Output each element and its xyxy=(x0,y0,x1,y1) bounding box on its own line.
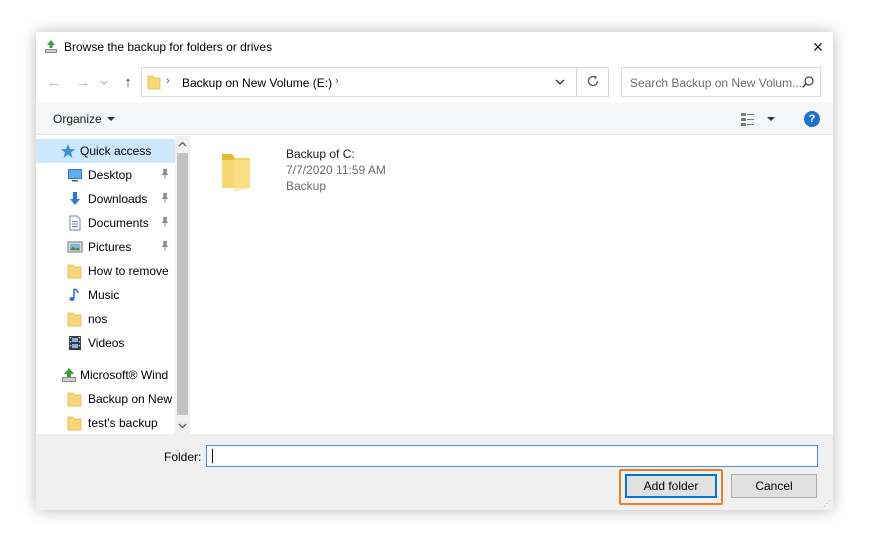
folder-icon xyxy=(67,391,83,407)
navigation-scrollbar[interactable] xyxy=(175,136,190,434)
breadcrumb-separator: › xyxy=(166,75,170,87)
folder-icon xyxy=(220,148,256,197)
folder-field-label: Folder: xyxy=(164,450,202,464)
file-date: 7/7/2020 11:59 AM xyxy=(286,163,386,177)
breadcrumb-separator[interactable]: › xyxy=(335,75,339,87)
dialog-footer: Folder: Add folder Cancel ⋰ xyxy=(36,434,833,510)
forward-arrow-icon: → xyxy=(75,73,91,91)
sidebar-item-label: test's backup xyxy=(88,416,158,430)
organize-menu-button[interactable]: Organize xyxy=(53,112,115,126)
download-arrow-icon xyxy=(67,191,83,207)
close-icon: ✕ xyxy=(812,38,824,55)
sidebar-item-label: Quick access xyxy=(80,144,152,158)
folder-field[interactable] xyxy=(206,445,818,467)
sidebar-item[interactable]: Quick access xyxy=(36,139,175,163)
pin-icon xyxy=(160,168,170,183)
desktop-icon xyxy=(67,167,83,183)
sidebar-item[interactable]: Music xyxy=(36,283,175,307)
help-button[interactable]: ? xyxy=(804,111,820,127)
file-type: Backup xyxy=(286,179,327,193)
scroll-up-button[interactable] xyxy=(175,136,190,152)
recent-locations-button[interactable] xyxy=(97,72,111,92)
pin-icon xyxy=(160,216,170,231)
refresh-button[interactable] xyxy=(576,68,609,96)
add-folder-button[interactable]: Add folder xyxy=(625,474,717,498)
up-button[interactable]: ↑ xyxy=(118,72,138,92)
back-arrow-icon: ← xyxy=(46,73,62,91)
close-button[interactable]: ✕ xyxy=(803,32,833,62)
music-note-icon xyxy=(67,287,83,303)
organize-label: Organize xyxy=(53,112,102,126)
sidebar-item[interactable]: Downloads xyxy=(36,187,175,211)
sidebar-item-label: Music xyxy=(88,288,120,302)
breadcrumb-location[interactable]: Backup on New Volume (E:) xyxy=(182,76,332,90)
chevron-down-icon xyxy=(100,75,108,89)
backup-app-icon xyxy=(60,367,76,383)
sidebar-item-label: Videos xyxy=(88,336,125,350)
document-icon xyxy=(67,215,83,231)
pin-icon xyxy=(160,192,170,207)
refresh-icon xyxy=(586,74,600,91)
sidebar-item[interactable]: Pictures xyxy=(36,235,175,259)
search-input[interactable]: Search Backup on New Volum... xyxy=(621,67,821,97)
pictures-icon xyxy=(67,239,83,255)
search-icon xyxy=(801,75,815,92)
window-title: Browse the backup for folders or drives xyxy=(64,40,273,54)
address-history-button[interactable] xyxy=(554,76,566,91)
star-icon xyxy=(60,143,76,159)
sidebar-item[interactable]: test's backup xyxy=(36,411,175,434)
sidebar-item[interactable]: Backup on New xyxy=(36,387,175,411)
forward-button[interactable]: → xyxy=(73,72,93,92)
resize-grip-icon[interactable]: ⋰ xyxy=(823,499,831,508)
cancel-button[interactable]: Cancel xyxy=(731,474,817,498)
text-cursor xyxy=(212,449,213,463)
title-bar: Browse the backup for folders or drives … xyxy=(36,32,833,62)
scroll-thumb[interactable] xyxy=(177,153,188,415)
caret-down-icon xyxy=(106,117,115,121)
chevron-down-icon xyxy=(554,77,566,91)
sidebar-item[interactable]: nos xyxy=(36,307,175,331)
sidebar-item-label: nos xyxy=(88,312,108,326)
change-view-button[interactable] xyxy=(740,111,756,130)
backup-app-icon xyxy=(42,38,60,56)
sidebar-item[interactable]: Documents xyxy=(36,211,175,235)
sidebar-item[interactable]: Microsoft® Wind xyxy=(36,363,175,387)
sidebar-item-label: How to remove xyxy=(88,264,169,278)
sidebar-item-label: Backup on New xyxy=(88,392,173,406)
navigation-pane: Quick access Desktop Downloads Documents Pic… xyxy=(36,136,190,434)
command-toolbar: Organize ? xyxy=(36,103,833,135)
file-item[interactable]: Backup of C: 7/7/2020 11:59 AM Backup xyxy=(210,144,410,194)
pin-icon xyxy=(160,240,170,255)
address-bar[interactable]: › Backup on New Volume (E:) › xyxy=(141,67,609,97)
sidebar-item[interactable]: How to remove xyxy=(36,259,175,283)
scroll-down-button[interactable] xyxy=(175,418,190,434)
file-name: Backup of C: xyxy=(286,147,355,161)
back-button[interactable]: ← xyxy=(44,72,64,92)
details-view-icon xyxy=(740,113,756,130)
folder-icon xyxy=(67,263,83,279)
folder-icon xyxy=(67,311,83,327)
view-options-caret-icon[interactable] xyxy=(767,117,775,121)
sidebar-item[interactable]: Desktop xyxy=(36,163,175,187)
film-icon xyxy=(67,335,83,351)
search-placeholder: Search Backup on New Volum... xyxy=(630,76,803,90)
folder-icon xyxy=(67,415,83,431)
up-arrow-icon: ↑ xyxy=(124,73,132,91)
sidebar-item-label: Microsoft® Wind xyxy=(80,368,169,382)
browse-dialog: Browse the backup for folders or drives … xyxy=(36,32,833,510)
folder-icon xyxy=(147,74,161,93)
file-list: Backup of C: 7/7/2020 11:59 AM Backup xyxy=(190,136,833,434)
sidebar-item[interactable]: Videos xyxy=(36,331,175,355)
